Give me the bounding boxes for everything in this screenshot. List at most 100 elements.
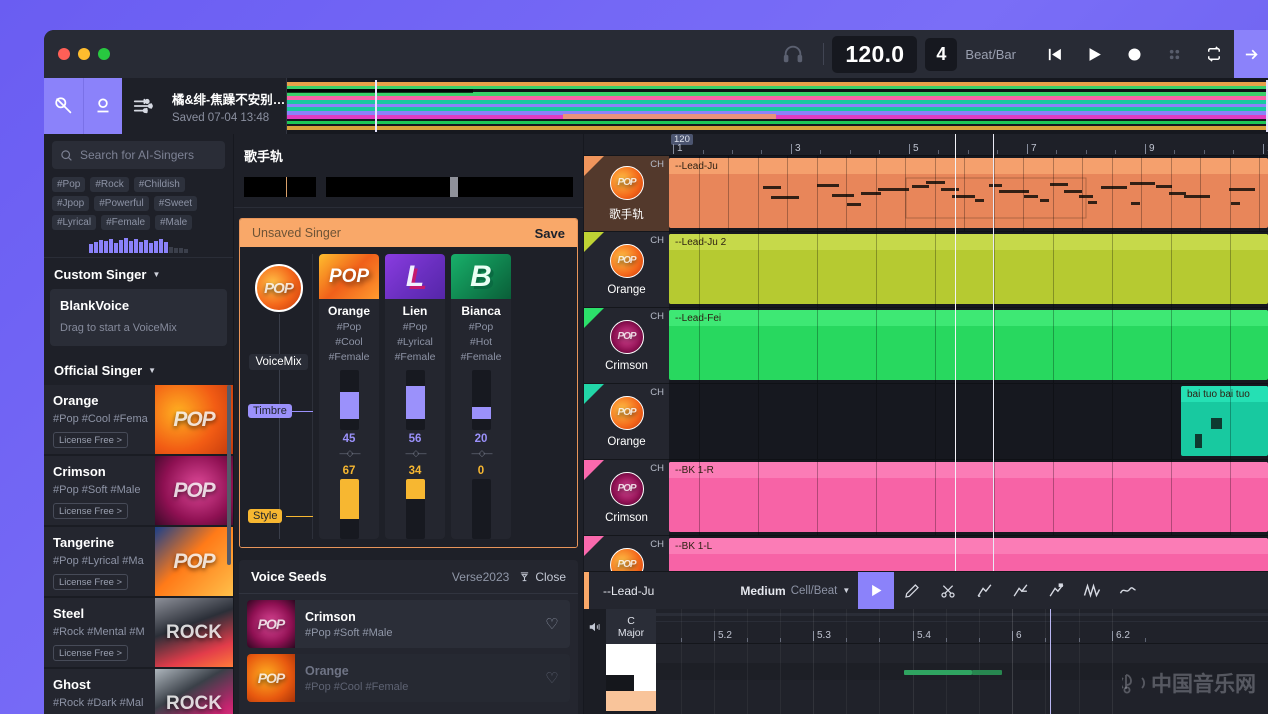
timbre-slider[interactable]: 56 (405, 370, 425, 445)
license-badge[interactable]: License Free > (53, 432, 129, 448)
maximize-button[interactable] (98, 48, 110, 60)
close-voice-seeds-button[interactable]: Close (519, 570, 566, 584)
voicemix-slot[interactable]: POP Orange #Pop #Cool #Female 45 —◇— 67 (319, 254, 379, 539)
sidebar-item-singer[interactable] (83, 78, 122, 134)
style-slider[interactable] (339, 479, 359, 539)
track-header[interactable]: CH POP Crimson (584, 308, 669, 384)
sidebar-item-mic[interactable] (44, 78, 83, 134)
expand-button[interactable] (1234, 30, 1268, 78)
note[interactable] (972, 670, 1002, 675)
timbre-slider[interactable]: 20 (471, 370, 491, 445)
white-key[interactable] (606, 644, 656, 675)
timbre-slider[interactable]: 45 (339, 370, 359, 445)
track-header[interactable]: CH POP Orange (584, 384, 669, 460)
waveform-right[interactable] (326, 177, 573, 197)
pitch-paint-tool-button[interactable] (1038, 572, 1074, 610)
style-slider[interactable] (405, 479, 425, 539)
play-button[interactable] (1074, 30, 1114, 78)
playhead-secondary[interactable] (993, 134, 994, 571)
license-badge[interactable]: License Free > (53, 574, 129, 590)
piano-roll[interactable]: C Major 5.2 5.3 5.4 6 6.2 中国音乐网 (584, 609, 1268, 714)
waveform-left[interactable] (244, 177, 316, 197)
timeline-lanes[interactable]: 120 1 3 5 7 9 11 (669, 134, 1268, 571)
waveform-handle[interactable] (450, 177, 458, 197)
clip[interactable]: bai tuo bai tuo (1181, 386, 1268, 456)
link-knob-icon[interactable]: —◇— (340, 448, 361, 459)
cell-beat-selector[interactable]: Medium Cell/Beat ▼ (740, 584, 850, 598)
tag-chip[interactable]: #Lyrical (52, 215, 97, 230)
pitch-line-tool-button[interactable] (966, 572, 1002, 610)
channel-label[interactable]: CH (650, 539, 664, 550)
clip[interactable]: --BK 1-L (669, 538, 1268, 571)
search-input[interactable]: Search for AI-Singers (52, 141, 225, 169)
singer-list[interactable]: Orange #Pop #Cool #Fema License Free > P… (44, 385, 233, 714)
custom-singer-group-header[interactable]: Custom Singer ▼ (44, 258, 233, 289)
list-item[interactable]: POP Orange #Pop #Cool #Female ♡ (247, 654, 570, 702)
highlighted-key[interactable] (606, 691, 656, 711)
list-item[interactable]: Crimson #Pop #Soft #Male License Free > … (44, 456, 233, 527)
beats-per-bar-field[interactable]: 4 (925, 37, 958, 71)
voicemix-slot[interactable]: B Bianca #Pop #Hot #Female 20 —◇— 0 (451, 254, 511, 539)
blank-voice-card[interactable]: BlankVoice Drag to start a VoiceMix (50, 289, 227, 346)
bpm-field[interactable]: 120.0 (832, 35, 918, 73)
skip-back-button[interactable] (1034, 30, 1074, 78)
tag-chip[interactable]: #Pop (52, 177, 86, 192)
list-item[interactable]: Tangerine #Pop #Lyrical #Ma License Free… (44, 527, 233, 598)
license-badge[interactable]: License Free > (53, 645, 129, 661)
playhead[interactable] (955, 134, 956, 571)
timeline-ruler[interactable]: 120 1 3 5 7 9 11 (669, 134, 1268, 156)
project-info[interactable]: 橘&绯-焦躁不安别… Saved 07-04 13:48 (164, 78, 287, 134)
track-lane[interactable]: --Lead-Ju 2 (669, 232, 1268, 308)
black-key[interactable] (606, 675, 634, 691)
track-lane[interactable]: --BK 1-R (669, 460, 1268, 536)
channel-label[interactable]: CH (650, 463, 664, 474)
list-item[interactable]: Steel #Rock #Mental #M License Free > RO… (44, 598, 233, 669)
style-slider[interactable] (471, 479, 491, 539)
track-lane[interactable]: --Lead-Fei (669, 308, 1268, 384)
list-item[interactable]: POP Crimson #Pop #Soft #Male ♡ (247, 600, 570, 648)
white-key[interactable] (634, 675, 656, 691)
note[interactable] (904, 670, 972, 675)
vibrato-tool-button[interactable] (1074, 572, 1110, 610)
minimize-button[interactable] (78, 48, 90, 60)
channel-label[interactable]: CH (650, 387, 664, 398)
mixer-icon[interactable] (122, 78, 164, 134)
link-knob-icon[interactable]: —◇— (472, 448, 493, 459)
cut-tool-button[interactable] (930, 572, 966, 610)
channel-label[interactable]: CH (650, 311, 664, 322)
track-header[interactable]: CH POP Crimson (584, 460, 669, 536)
voicemix-column[interactable]: POP VoiceMix Timbre Style (245, 254, 313, 539)
license-badge[interactable]: License Free > (53, 503, 129, 519)
playhead[interactable] (1050, 609, 1051, 714)
tag-chip[interactable]: #Female (101, 215, 150, 230)
smooth-tool-button[interactable] (1110, 572, 1146, 610)
track-lane[interactable]: bai tuo bai tuo (669, 384, 1268, 460)
pitch-draw-tool-button[interactable] (1002, 572, 1038, 610)
tag-chip[interactable]: #Rock (90, 177, 129, 192)
official-singer-group-header[interactable]: Official Singer ▼ (44, 354, 233, 385)
list-item[interactable]: Orange #Pop #Cool #Fema License Free > P… (44, 385, 233, 456)
timeline-minimap[interactable] (287, 78, 1268, 134)
heart-icon[interactable]: ♡ (534, 615, 570, 633)
tag-chip[interactable]: #Jpop (52, 196, 90, 211)
key-signature[interactable]: C Major (606, 609, 656, 644)
select-tool-button[interactable] (858, 571, 895, 610)
loop-button[interactable] (1194, 30, 1234, 78)
track-lane[interactable]: --Lead-Ju (669, 156, 1268, 232)
pencil-tool-button[interactable] (894, 572, 930, 610)
save-button[interactable]: Save (535, 226, 565, 241)
track-lane[interactable]: --BK 1-L (669, 536, 1268, 571)
heart-icon[interactable]: ♡ (534, 669, 570, 687)
track-header[interactable]: CH POP Orange (584, 232, 669, 308)
headphone-button[interactable] (771, 30, 815, 78)
minimap-viewport[interactable] (375, 80, 1268, 132)
tag-chip[interactable]: #Childish (133, 177, 185, 192)
speaker-icon[interactable] (584, 620, 606, 634)
scrollbar[interactable] (227, 385, 231, 565)
grid-button[interactable] (1154, 30, 1194, 78)
channel-label[interactable]: CH (650, 159, 664, 170)
tag-chip[interactable]: #Powerful (94, 196, 149, 211)
piano-keyboard[interactable] (606, 644, 656, 714)
piano-roll-grid[interactable]: 5.2 5.3 5.4 6 6.2 中国音乐网 (656, 609, 1268, 714)
link-knob-icon[interactable]: —◇— (406, 448, 427, 459)
